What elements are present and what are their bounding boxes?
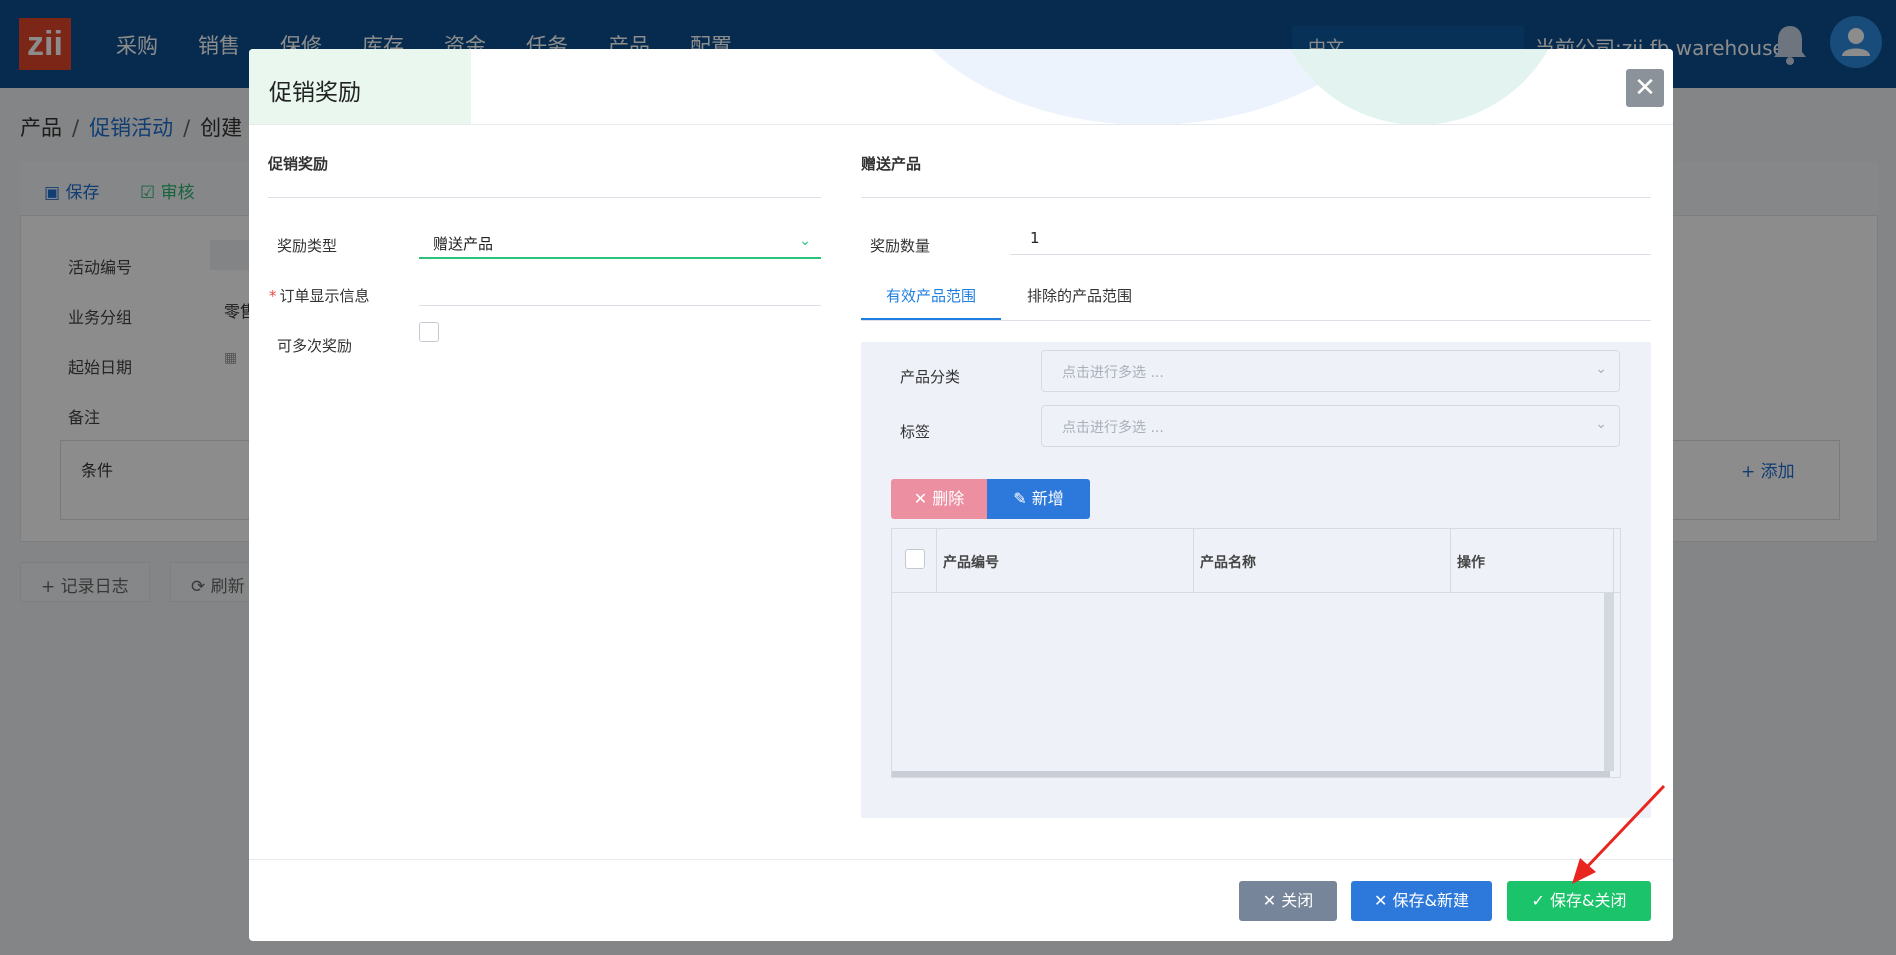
chevron-down-icon: ⌄ <box>1595 361 1607 377</box>
reward-type-label: 奖励类型 <box>277 237 338 255</box>
reward-section-title: 促销奖励 <box>268 155 329 173</box>
vertical-scrollbar[interactable] <box>1604 593 1614 771</box>
gift-section-title: 赠送产品 <box>861 155 922 173</box>
quantity-value: 1 <box>1030 229 1040 247</box>
quantity-input[interactable]: 1 <box>1010 225 1651 255</box>
multi-reward-checkbox[interactable] <box>419 322 439 342</box>
dialog-title: 促销奖励 <box>269 80 361 106</box>
chevron-down-icon: ⌄ <box>1595 416 1607 432</box>
select-all-checkbox[interactable] <box>905 549 925 569</box>
reward-type-select[interactable]: 赠送产品 ⌄ <box>419 225 821 259</box>
tab-excluded-range[interactable]: 排除的产品范围 <box>1027 285 1132 321</box>
save-and-new-button[interactable]: ✕ 保存&新建 <box>1351 881 1492 921</box>
close-button[interactable]: ✕ 关闭 <box>1239 881 1337 921</box>
edit-icon: ✎ <box>1013 489 1027 508</box>
category-multiselect[interactable]: 点击进行多选 ... ⌄ <box>1041 350 1620 392</box>
quantity-label: 奖励数量 <box>870 237 931 255</box>
tag-multiselect[interactable]: 点击进行多选 ... ⌄ <box>1041 405 1620 447</box>
tag-label: 标签 <box>900 423 931 441</box>
close-icon: ✕ <box>1374 891 1388 910</box>
annotation-arrow-icon <box>1572 784 1666 884</box>
product-table: 产品编号 产品名称 操作 <box>891 528 1621 778</box>
column-product-name[interactable]: 产品名称 <box>1194 529 1451 593</box>
multi-reward-label: 可多次奖励 <box>277 337 353 355</box>
horizontal-scrollbar[interactable] <box>892 771 1610 777</box>
order-info-label: * 订单显示信息 <box>269 287 370 305</box>
order-info-input[interactable] <box>419 305 821 306</box>
add-product-button[interactable]: ✎ 新增 <box>987 479 1090 519</box>
chevron-down-icon: ⌄ <box>799 233 811 249</box>
reward-type-value: 赠送产品 <box>433 235 494 253</box>
column-actions: 操作 <box>1451 529 1614 593</box>
category-label: 产品分类 <box>900 368 961 386</box>
table-header: 产品编号 产品名称 操作 <box>892 529 1620 593</box>
close-icon: ✕ <box>913 489 928 508</box>
close-icon[interactable]: ✕ <box>1626 69 1664 107</box>
check-icon: ✓ <box>1531 891 1545 910</box>
column-product-code[interactable]: 产品编号 <box>937 529 1194 593</box>
close-icon: ✕ <box>1262 891 1277 910</box>
promotion-reward-dialog: 促销奖励 ✕ 促销奖励 奖励类型 赠送产品 ⌄ * 订单显示信息 可多次奖励 赠送… <box>249 49 1673 941</box>
tab-valid-range[interactable]: 有效产品范围 <box>861 285 1001 321</box>
dialog-header: 促销奖励 ✕ <box>249 49 1673 125</box>
delete-button[interactable]: ✕ 删除 <box>891 479 987 519</box>
product-range-panel: 产品分类 点击进行多选 ... ⌄ 标签 点击进行多选 ... ⌄ ✕ 删除 ✎… <box>861 342 1651 818</box>
